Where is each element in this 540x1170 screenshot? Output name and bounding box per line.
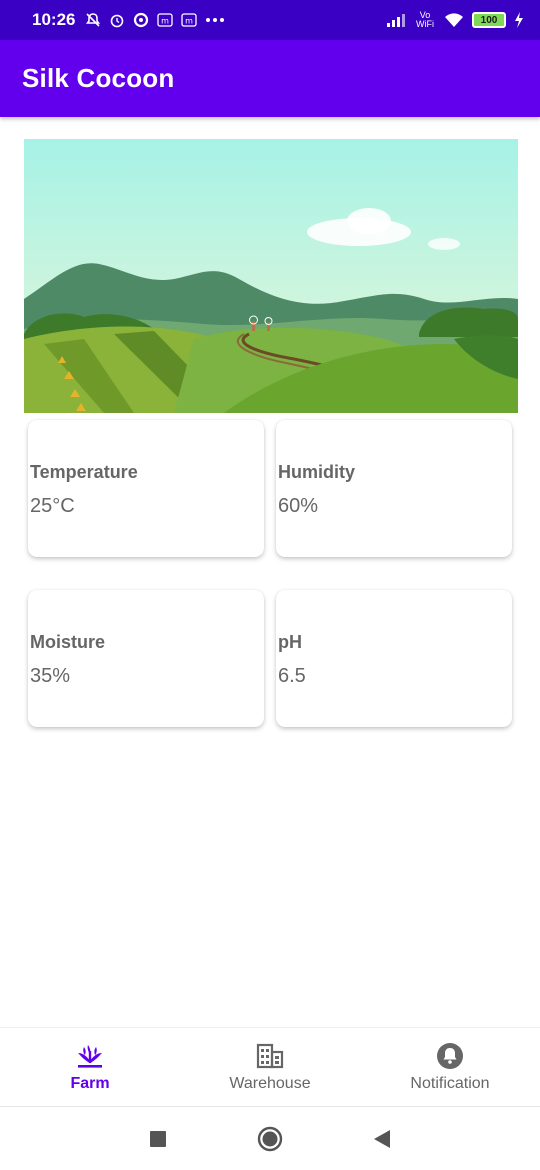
bell-icon bbox=[437, 1043, 463, 1069]
metric-label: pH bbox=[278, 632, 302, 652]
status-left-icons: m m bbox=[85, 12, 225, 28]
bottom-navigation: Farm Warehouse Notification bbox=[0, 1027, 540, 1106]
app-title: Silk Cocoon bbox=[22, 63, 175, 93]
svg-text:m: m bbox=[186, 17, 194, 26]
m-badge-icon: m bbox=[157, 13, 174, 27]
battery-indicator: 100 bbox=[472, 12, 506, 28]
m-badge-icon: m bbox=[181, 13, 198, 27]
metric-value: 6.5 bbox=[278, 665, 306, 687]
warehouse-building-icon bbox=[256, 1043, 284, 1069]
humidity-card: Humidity 60% bbox=[276, 420, 512, 557]
back-triangle-icon[interactable] bbox=[373, 1129, 391, 1149]
data-saver-icon bbox=[133, 12, 149, 28]
more-dots-icon bbox=[205, 17, 225, 23]
nav-label-farm: Farm bbox=[70, 1075, 110, 1092]
metric-value: 35% bbox=[30, 665, 71, 687]
charging-icon bbox=[514, 12, 524, 28]
metric-value: 60% bbox=[278, 495, 319, 517]
moisture-card: Moisture 35% bbox=[28, 590, 264, 727]
nav-item-farm[interactable]: Farm bbox=[0, 1028, 180, 1106]
signal-icon bbox=[386, 13, 406, 27]
status-time: 10:26 bbox=[32, 10, 76, 29]
vowifi-icon: Vo WiFi bbox=[416, 10, 434, 29]
bell-off-icon bbox=[85, 12, 101, 28]
system-navigation-bar bbox=[0, 1106, 540, 1170]
ph-card: pH 6.5 bbox=[276, 590, 512, 727]
app-bar: Silk Cocoon bbox=[0, 40, 540, 117]
metric-label: Temperature bbox=[30, 462, 138, 482]
metric-label: Moisture bbox=[30, 632, 106, 652]
farm-landscape-image bbox=[24, 139, 518, 413]
temperature-card: Temperature 25°C bbox=[28, 420, 264, 557]
svg-text:m: m bbox=[162, 17, 170, 26]
metric-value: 25°C bbox=[30, 495, 75, 517]
nav-label-warehouse: Warehouse bbox=[229, 1075, 311, 1092]
metric-label: Humidity bbox=[278, 462, 356, 482]
home-circle-icon[interactable] bbox=[257, 1126, 283, 1152]
recents-square-icon[interactable] bbox=[149, 1130, 167, 1148]
farm-sprout-icon bbox=[78, 1045, 102, 1068]
status-bar: 10:26 m m Vo WiFi 100 bbox=[0, 0, 540, 40]
wifi-icon bbox=[444, 12, 464, 28]
alarm-icon bbox=[109, 12, 125, 28]
nav-label-notification: Notification bbox=[410, 1075, 490, 1092]
nav-item-warehouse[interactable]: Warehouse bbox=[180, 1028, 360, 1106]
status-right-icons: Vo WiFi 100 bbox=[386, 11, 524, 29]
nav-item-notification[interactable]: Notification bbox=[360, 1028, 540, 1106]
